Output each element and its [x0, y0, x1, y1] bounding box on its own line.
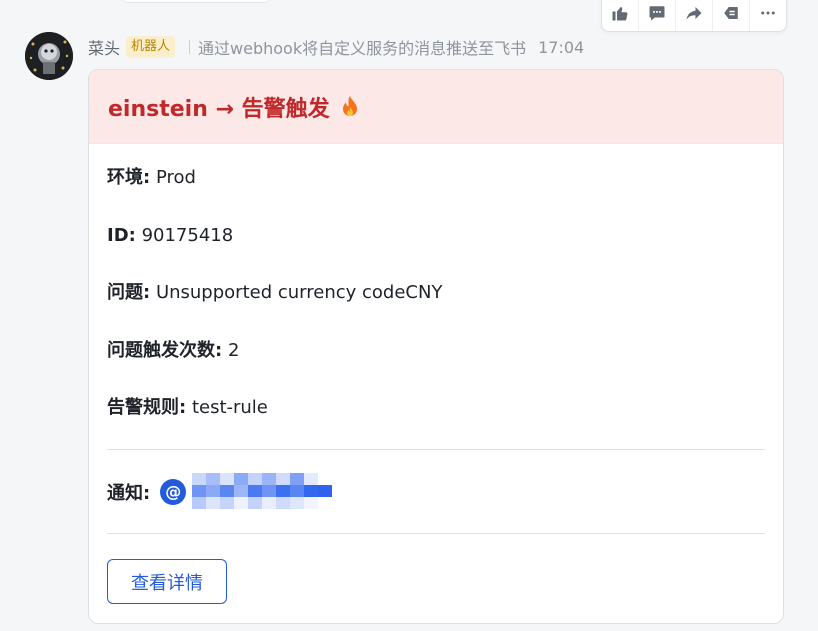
- field-value: 90175418: [141, 224, 234, 246]
- message-timestamp: 17:04: [538, 37, 585, 57]
- field-label: 问题:: [107, 282, 151, 303]
- thumbs-up-icon[interactable]: [602, 0, 639, 31]
- quote-reply-icon[interactable]: [713, 0, 750, 31]
- field-value: 2: [227, 339, 240, 361]
- notify-label: 通知:: [107, 482, 151, 504]
- field-value: test-rule: [191, 397, 268, 418]
- field-label: ID:: [107, 224, 136, 246]
- field-label: 环境:: [107, 167, 151, 188]
- field-value: Unsupported currency codeCNY: [155, 282, 443, 303]
- fire-icon: [340, 95, 360, 119]
- view-details-button[interactable]: 查看详情: [107, 559, 227, 604]
- comment-icon[interactable]: [639, 0, 676, 31]
- notify-row: 通知: @: [107, 450, 765, 533]
- message-meta: 菜头 机器人 通过webhook将自定义服务的消息推送至飞书 17:04: [88, 36, 584, 58]
- card-body: 环境: Prod ID: 90175418 问题: Unsupported cu…: [89, 144, 783, 604]
- sender-name[interactable]: 菜头: [88, 35, 120, 59]
- alert-card: einstein → 告警触发 环境: Prod ID: 90175418 问题…: [88, 69, 784, 624]
- field-label: 问题触发次数:: [107, 339, 223, 361]
- previous-message-bubble: [120, 0, 272, 3]
- bot-badge: 机器人: [126, 36, 176, 58]
- chat-message-area: 菜头 机器人 通过webhook将自定义服务的消息推送至飞书 17:04 ein…: [0, 0, 818, 631]
- field-environment: 环境: Prod: [107, 166, 765, 190]
- card-title: einstein → 告警触发: [108, 96, 330, 122]
- field-value: Prod: [155, 167, 196, 188]
- field-trigger-count: 问题触发次数: 2: [107, 339, 765, 363]
- mention-chip[interactable]: @: [160, 472, 333, 509]
- bot-description: 通过webhook将自定义服务的消息推送至飞书: [198, 39, 527, 58]
- field-id: ID: 90175418: [107, 224, 765, 248]
- field-issue: 问题: Unsupported currency codeCNY: [107, 281, 765, 305]
- mention-name-redacted: [192, 472, 333, 509]
- meta-divider: [189, 40, 191, 54]
- avatar[interactable]: [25, 32, 73, 80]
- field-label: 告警规则:: [107, 397, 187, 418]
- field-alert-rule: 告警规则: test-rule: [107, 396, 765, 420]
- more-icon[interactable]: [750, 0, 786, 31]
- card-header: einstein → 告警触发: [89, 70, 783, 144]
- button-row: 查看详情: [107, 534, 765, 604]
- forward-icon[interactable]: [676, 0, 713, 31]
- message-action-bar: [601, 0, 787, 32]
